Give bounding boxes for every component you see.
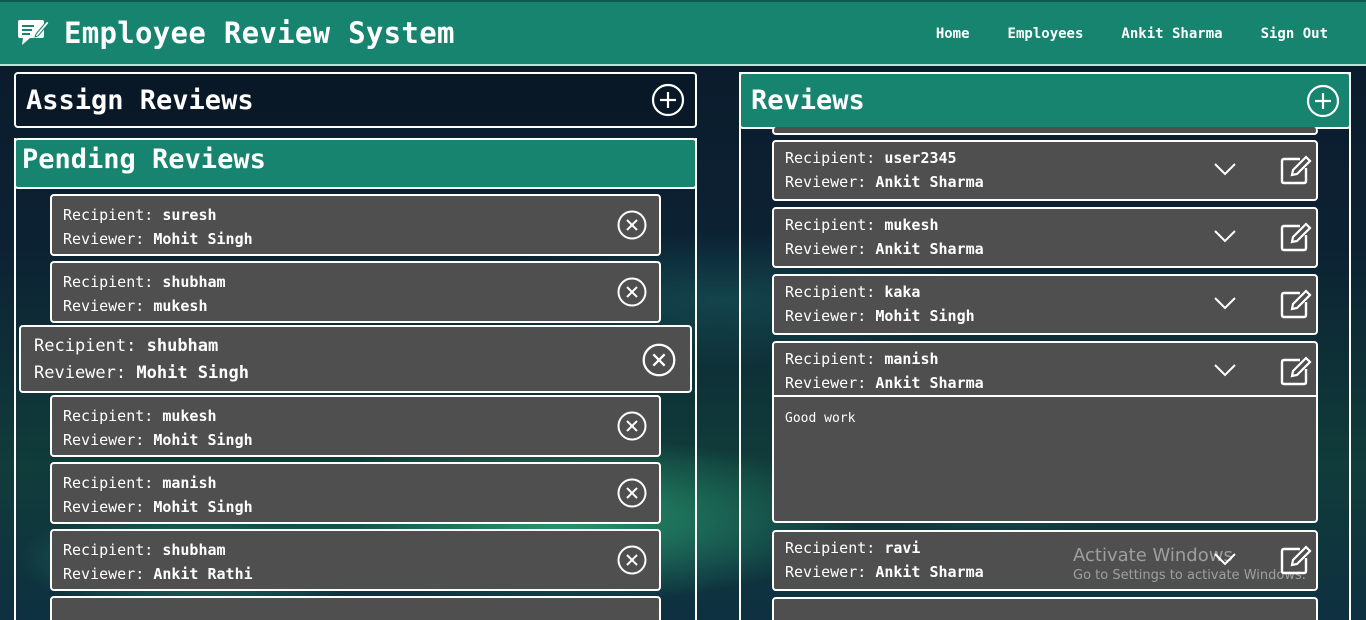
recipient-label: Recipient:	[785, 539, 876, 557]
review-card: Recipient: kaka Reviewer: Mohit Singh	[772, 274, 1318, 335]
reviewer-value: Mohit Singh	[153, 498, 253, 516]
pending-reviews-header: Pending Reviews	[14, 138, 697, 189]
chevron-down-icon[interactable]	[1213, 162, 1237, 176]
nav-employees[interactable]: Employees	[1008, 26, 1084, 42]
reviewer-value: mukesh	[153, 297, 208, 315]
reviewer-value: Ankit Sharma	[875, 240, 984, 258]
review-divider	[774, 395, 1316, 397]
recipient-label: Recipient:	[785, 350, 876, 368]
edit-icon[interactable]	[1280, 222, 1312, 252]
reviewer-label: Reviewer:	[63, 431, 145, 449]
recipient-value: shubham	[162, 541, 226, 559]
pending-reviews-title: Pending Reviews	[22, 144, 266, 175]
nav-sign-out[interactable]: Sign Out	[1261, 26, 1328, 42]
assign-reviews-header: Assign Reviews	[14, 72, 697, 128]
reviewer-value: Ankit Sharma	[875, 374, 984, 392]
review-card-partial	[772, 597, 1318, 620]
review-card-partial	[772, 127, 1318, 135]
recipient-label: Recipient:	[63, 407, 154, 425]
recipient-value: shubham	[162, 273, 226, 291]
pending-card: Recipient: suresh Reviewer: Mohit Singh	[50, 194, 661, 256]
recipient-label: Recipient:	[785, 149, 876, 167]
recipient-value: manish	[884, 350, 939, 368]
reviewer-label: Reviewer:	[63, 498, 145, 516]
reviews-header: Reviews	[739, 72, 1351, 129]
edit-icon[interactable]	[1280, 155, 1312, 185]
pending-card: Recipient: manish Reviewer: Mohit Singh	[50, 462, 661, 524]
nav-links: Home Employees Ankit Sharma Sign Out	[898, 26, 1328, 42]
pending-card-hovered: Recipient: shubham Reviewer: Mohit Singh	[19, 325, 692, 393]
brand[interactable]: Employee Review System	[16, 16, 455, 50]
reviewer-label: Reviewer:	[785, 173, 867, 191]
reviewer-value: Mohit Singh	[153, 230, 253, 248]
reviews-title: Reviews	[751, 85, 865, 116]
watermark-title: Activate Windows	[1073, 545, 1233, 566]
review-card: Recipient: mukesh Reviewer: Ankit Sharma	[772, 207, 1318, 268]
reviewer-label: Reviewer:	[785, 307, 867, 325]
pending-card: Recipient: shubham Reviewer: Ankit Rathi	[50, 529, 661, 591]
recipient-label: Recipient:	[34, 336, 137, 356]
reviewer-value: Ankit Rathi	[153, 565, 253, 583]
reviewer-value: Ankit Sharma	[875, 173, 984, 191]
review-card: Recipient: user2345 Reviewer: Ankit Shar…	[772, 140, 1318, 201]
reviewer-label: Reviewer:	[63, 565, 145, 583]
remove-icon[interactable]	[617, 478, 647, 508]
nav-user[interactable]: Ankit Sharma	[1121, 26, 1222, 42]
recipient-value: ravi	[884, 539, 921, 557]
reviewer-value: Mohit Singh	[136, 363, 249, 383]
reviewer-value: Mohit Singh	[875, 307, 975, 325]
review-note-icon	[18, 20, 50, 45]
app-title: Employee Review System	[64, 16, 455, 50]
remove-icon[interactable]	[617, 277, 647, 307]
remove-icon[interactable]	[617, 411, 647, 441]
review-feedback: Good work	[785, 411, 856, 426]
watermark-subtitle: Go to Settings to activate Windows.	[1073, 568, 1306, 583]
windows-activation-watermark: Activate Windows Go to Settings to activ…	[1073, 545, 1306, 583]
reviewer-label: Reviewer:	[785, 240, 867, 258]
recipient-value: shubham	[146, 336, 219, 356]
chevron-down-icon[interactable]	[1213, 229, 1237, 243]
recipient-label: Recipient:	[63, 541, 154, 559]
reviewer-label: Reviewer:	[785, 374, 867, 392]
recipient-value: manish	[162, 474, 217, 492]
reviewer-label: Reviewer:	[63, 230, 145, 248]
remove-icon[interactable]	[617, 210, 647, 240]
reviewer-value: Mohit Singh	[153, 431, 253, 449]
recipient-value: user2345	[884, 149, 957, 167]
remove-icon[interactable]	[617, 545, 647, 575]
edit-icon[interactable]	[1280, 289, 1312, 319]
reviewer-label: Reviewer:	[63, 297, 145, 315]
add-assign-icon[interactable]	[651, 83, 685, 117]
recipient-label: Recipient:	[785, 283, 876, 301]
recipient-value: suresh	[162, 206, 217, 224]
pending-card-partial	[50, 596, 661, 620]
recipient-value: kaka	[884, 283, 921, 301]
recipient-label: Recipient:	[63, 273, 154, 291]
nav-home[interactable]: Home	[936, 26, 970, 42]
reviewer-label: Reviewer:	[785, 563, 867, 581]
reviewer-value: Ankit Sharma	[875, 563, 984, 581]
edit-icon[interactable]	[1280, 356, 1312, 386]
navbar: Employee Review System Home Employees An…	[0, 0, 1366, 66]
pending-card: Recipient: shubham Reviewer: mukesh	[50, 261, 661, 323]
recipient-value: mukesh	[162, 407, 217, 425]
chevron-down-icon[interactable]	[1213, 363, 1237, 377]
add-review-icon[interactable]	[1306, 84, 1340, 118]
pending-card: Recipient: mukesh Reviewer: Mohit Singh	[50, 395, 661, 457]
recipient-label: Recipient:	[63, 206, 154, 224]
review-card-expanded: Recipient: manish Reviewer: Ankit Sharma…	[772, 341, 1318, 523]
chevron-down-icon[interactable]	[1213, 296, 1237, 310]
recipient-value: mukesh	[884, 216, 939, 234]
remove-icon[interactable]	[642, 343, 676, 377]
recipient-label: Recipient:	[785, 216, 876, 234]
reviewer-label: Reviewer:	[34, 363, 127, 383]
recipient-label: Recipient:	[63, 474, 154, 492]
assign-reviews-title: Assign Reviews	[26, 84, 254, 116]
